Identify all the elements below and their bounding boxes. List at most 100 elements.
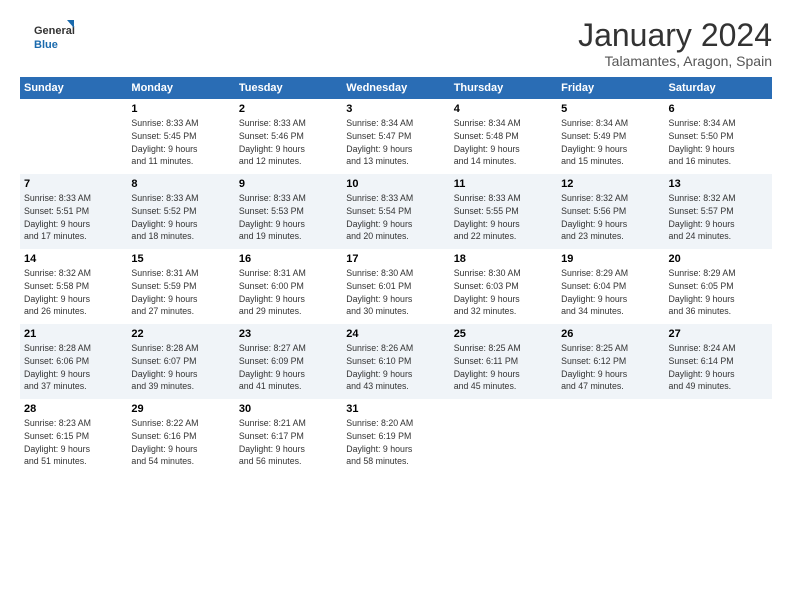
- calendar-cell: 17Sunrise: 8:30 AMSunset: 6:01 PMDayligh…: [342, 249, 449, 324]
- day-number: 7: [24, 178, 123, 190]
- header-friday: Friday: [557, 77, 664, 99]
- day-number: 27: [669, 328, 768, 340]
- day-info: Sunrise: 8:23 AMSunset: 6:15 PMDaylight:…: [24, 417, 123, 468]
- day-info: Sunrise: 8:33 AMSunset: 5:51 PMDaylight:…: [24, 192, 123, 243]
- calendar-cell: 29Sunrise: 8:22 AMSunset: 6:16 PMDayligh…: [127, 399, 234, 474]
- day-info: Sunrise: 8:33 AMSunset: 5:55 PMDaylight:…: [454, 192, 553, 243]
- day-number: 13: [669, 178, 768, 190]
- day-info: Sunrise: 8:29 AMSunset: 6:05 PMDaylight:…: [669, 267, 768, 318]
- day-number: 9: [239, 178, 338, 190]
- day-info: Sunrise: 8:26 AMSunset: 6:10 PMDaylight:…: [346, 342, 445, 393]
- header-thursday: Thursday: [450, 77, 557, 99]
- day-number: 3: [346, 103, 445, 115]
- calendar-page: General Blue General Blue January 2024 T…: [0, 0, 792, 612]
- day-info: Sunrise: 8:34 AMSunset: 5:49 PMDaylight:…: [561, 117, 660, 168]
- calendar-cell: 23Sunrise: 8:27 AMSunset: 6:09 PMDayligh…: [235, 324, 342, 399]
- day-number: 22: [131, 328, 230, 340]
- header-monday: Monday: [127, 77, 234, 99]
- calendar-subtitle: Talamantes, Aragon, Spain: [578, 53, 772, 69]
- calendar-cell: 27 Sunrise: 8:24 AMSunset: 6:14 PMDayligh…: [665, 324, 772, 399]
- calendar-cell: [450, 399, 557, 474]
- calendar-cell: 31 Sunrise: 8:20 AMSunset: 6:19 PMDayligh…: [342, 399, 449, 474]
- day-info: Sunrise: 8:34 AMSunset: 5:48 PMDaylight:…: [454, 117, 553, 168]
- header-tuesday: Tuesday: [235, 77, 342, 99]
- calendar-cell: 28 Sunrise: 8:23 AMSunset: 6:15 PMDayligh…: [20, 399, 127, 474]
- calendar-cell: 11 Sunrise: 8:33 AMSunset: 5:55 PMDayligh…: [450, 174, 557, 249]
- day-number: 28: [24, 403, 123, 415]
- day-number: 26: [561, 328, 660, 340]
- logo: General Blue General Blue: [20, 18, 90, 50]
- calendar-cell: 19 Sunrise: 8:29 AMSunset: 6:04 PMDayligh…: [557, 249, 664, 324]
- day-number: 23: [239, 328, 338, 340]
- day-number: 30: [239, 403, 338, 415]
- calendar-cell: 24Sunrise: 8:26 AMSunset: 6:10 PMDayligh…: [342, 324, 449, 399]
- calendar-cell: 16 Sunrise: 8:31 AMSunset: 6:00 PMDayligh…: [235, 249, 342, 324]
- svg-text:General: General: [34, 25, 75, 37]
- day-info: Sunrise: 8:33 AMSunset: 5:53 PMDaylight:…: [239, 192, 338, 243]
- calendar-cell: 30Sunrise: 8:21 AMSunset: 6:17 PMDayligh…: [235, 399, 342, 474]
- day-info: Sunrise: 8:30 AMSunset: 6:03 PMDaylight:…: [454, 267, 553, 318]
- calendar-cell: [557, 399, 664, 474]
- day-number: 11: [454, 178, 553, 190]
- calendar-cell: 2Sunrise: 8:33 AMSunset: 5:46 PMDaylight…: [235, 99, 342, 174]
- day-info: Sunrise: 8:20 AMSunset: 6:19 PMDaylight:…: [346, 417, 445, 468]
- calendar-cell: 20 Sunrise: 8:29 AMSunset: 6:05 PMDayligh…: [665, 249, 772, 324]
- calendar-cell: 25 Sunrise: 8:25 AMSunset: 6:11 PMDayligh…: [450, 324, 557, 399]
- day-number: 6: [669, 103, 768, 115]
- day-number: 10: [346, 178, 445, 190]
- header-saturday: Saturday: [665, 77, 772, 99]
- day-number: 12: [561, 178, 660, 190]
- day-number: 25: [454, 328, 553, 340]
- day-info: Sunrise: 8:29 AMSunset: 6:04 PMDaylight:…: [561, 267, 660, 318]
- day-number: 19: [561, 253, 660, 265]
- day-info: Sunrise: 8:34 AMSunset: 5:50 PMDaylight:…: [669, 117, 768, 168]
- calendar-cell: 14 Sunrise: 8:32 AMSunset: 5:58 PMDayligh…: [20, 249, 127, 324]
- calendar-cell: 21 Sunrise: 8:28 AMSunset: 6:06 PMDayligh…: [20, 324, 127, 399]
- calendar-cell: 4 Sunrise: 8:34 AMSunset: 5:48 PMDaylight…: [450, 99, 557, 174]
- day-number: 8: [131, 178, 230, 190]
- header: General Blue General Blue January 2024 T…: [20, 18, 772, 69]
- day-number: 29: [131, 403, 230, 415]
- day-info: Sunrise: 8:25 AMSunset: 6:11 PMDaylight:…: [454, 342, 553, 393]
- day-number: 31: [346, 403, 445, 415]
- calendar-cell: [20, 99, 127, 174]
- calendar-cell: 22 Sunrise: 8:28 AMSunset: 6:07 PMDayligh…: [127, 324, 234, 399]
- calendar-cell: 26 Sunrise: 8:25 AMSunset: 6:12 PMDayligh…: [557, 324, 664, 399]
- calendar-cell: 18 Sunrise: 8:30 AMSunset: 6:03 PMDayligh…: [450, 249, 557, 324]
- svg-text:Blue: Blue: [34, 39, 58, 50]
- day-number: 21: [24, 328, 123, 340]
- day-number: 2: [239, 103, 338, 115]
- calendar-cell: 9 Sunrise: 8:33 AMSunset: 5:53 PMDaylight…: [235, 174, 342, 249]
- day-number: 18: [454, 253, 553, 265]
- day-info: Sunrise: 8:25 AMSunset: 6:12 PMDaylight:…: [561, 342, 660, 393]
- calendar-cell: 1 Sunrise: 8:33 AMSunset: 5:45 PMDaylight…: [127, 99, 234, 174]
- day-number: 14: [24, 253, 123, 265]
- calendar-cell: 7 Sunrise: 8:33 AMSunset: 5:51 PMDaylight…: [20, 174, 127, 249]
- calendar-cell: 13Sunrise: 8:32 AMSunset: 5:57 PMDayligh…: [665, 174, 772, 249]
- calendar-cell: 10Sunrise: 8:33 AMSunset: 5:54 PMDayligh…: [342, 174, 449, 249]
- day-number: 4: [454, 103, 553, 115]
- day-info: Sunrise: 8:24 AMSunset: 6:14 PMDaylight:…: [669, 342, 768, 393]
- calendar-body: 1 Sunrise: 8:33 AMSunset: 5:45 PMDaylight…: [20, 99, 772, 474]
- calendar-cell: 6 Sunrise: 8:34 AMSunset: 5:50 PMDaylight…: [665, 99, 772, 174]
- day-info: Sunrise: 8:33 AMSunset: 5:45 PMDaylight:…: [131, 117, 230, 168]
- day-info: Sunrise: 8:33 AMSunset: 5:52 PMDaylight:…: [131, 192, 230, 243]
- day-info: Sunrise: 8:34 AMSunset: 5:47 PMDaylight:…: [346, 117, 445, 168]
- day-info: Sunrise: 8:28 AMSunset: 6:06 PMDaylight:…: [24, 342, 123, 393]
- day-info: Sunrise: 8:32 AMSunset: 5:58 PMDaylight:…: [24, 267, 123, 318]
- day-number: 5: [561, 103, 660, 115]
- calendar-cell: 15Sunrise: 8:31 AMSunset: 5:59 PMDayligh…: [127, 249, 234, 324]
- day-info: Sunrise: 8:32 AMSunset: 5:56 PMDaylight:…: [561, 192, 660, 243]
- calendar-table: Sunday Monday Tuesday Wednesday Thursday…: [20, 77, 772, 474]
- day-number: 20: [669, 253, 768, 265]
- day-number: 1: [131, 103, 230, 115]
- day-info: Sunrise: 8:31 AMSunset: 6:00 PMDaylight:…: [239, 267, 338, 318]
- day-number: 16: [239, 253, 338, 265]
- calendar-title: January 2024: [578, 18, 772, 53]
- title-block: January 2024 Talamantes, Aragon, Spain: [578, 18, 772, 69]
- calendar-cell: 3 Sunrise: 8:34 AMSunset: 5:47 PMDaylight…: [342, 99, 449, 174]
- header-wednesday: Wednesday: [342, 77, 449, 99]
- header-sunday: Sunday: [20, 77, 127, 99]
- day-info: Sunrise: 8:28 AMSunset: 6:07 PMDaylight:…: [131, 342, 230, 393]
- calendar-cell: [665, 399, 772, 474]
